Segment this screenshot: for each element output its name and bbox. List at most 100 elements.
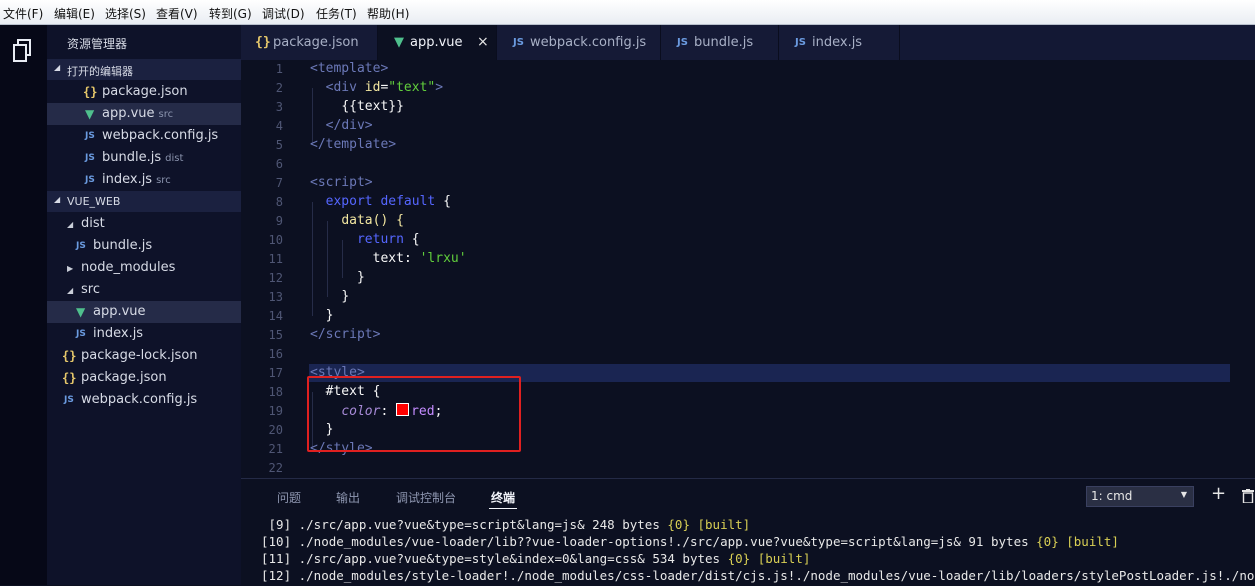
- line-number: 20: [268, 423, 283, 437]
- menu-selection[interactable]: 选择(S): [105, 5, 146, 22]
- json-icon: {}: [83, 85, 98, 99]
- line-number: 14: [268, 309, 283, 323]
- menu-debug[interactable]: 调试(D): [262, 5, 305, 22]
- tree-item[interactable]: {} package.json: [47, 367, 241, 389]
- tab-label: bundle.js: [694, 35, 754, 50]
- explorer-sidebar: 资源管理器 ◢ 打开的编辑器 {} package.json ▼ app.vue…: [47, 25, 241, 585]
- tree-item-label: dist: [81, 216, 105, 231]
- code-line: </script>: [310, 327, 381, 342]
- tree-item-label: app.vue: [93, 304, 146, 319]
- tree-item[interactable]: JS bundle.js: [47, 235, 241, 257]
- vue-icon: ▼: [394, 35, 404, 50]
- line-number: 8: [275, 195, 283, 209]
- menu-goto[interactable]: 转到(G): [209, 5, 252, 22]
- tree-item-label: package-lock.json: [81, 348, 198, 363]
- line-number: 18: [268, 385, 283, 399]
- code-token: export: [325, 194, 373, 209]
- menu-file[interactable]: 文件(F): [3, 5, 43, 22]
- tab-problems[interactable]: 问题: [277, 489, 301, 506]
- line-number: 19: [268, 404, 283, 418]
- tree-item[interactable]: {} package-lock.json: [47, 345, 241, 367]
- tree-item[interactable]: JS webpack.config.js: [47, 389, 241, 411]
- terminal-line: [9] ./src/app.vue?vue&type=script&lang=j…: [261, 517, 751, 532]
- json-icon: {}: [62, 349, 77, 363]
- tab-index-js[interactable]: JS index.js: [779, 25, 900, 60]
- editor-tab-bar: {} package.json ▼ app.vue × JS webpack.c…: [241, 25, 1255, 60]
- tree-item[interactable]: ▼ app.vue: [47, 301, 241, 323]
- js-icon: JS: [85, 175, 95, 185]
- open-editor-label: bundle.js: [102, 150, 162, 165]
- vue-icon: ▼: [85, 107, 95, 121]
- js-icon: JS: [85, 131, 95, 141]
- tree-item-label: src: [81, 282, 100, 297]
- terminal-line: [11] ./src/app.vue?vue&type=style&index=…: [261, 551, 811, 566]
- code-line: <script>: [310, 175, 373, 190]
- code-token: id: [364, 80, 381, 95]
- tab-label: app.vue: [410, 35, 463, 50]
- line-number: 9: [275, 214, 283, 228]
- menu-view[interactable]: 查看(V): [156, 5, 198, 22]
- json-icon: {}: [255, 35, 271, 50]
- trash-icon[interactable]: [1242, 489, 1254, 503]
- tree-folder-node-modules[interactable]: ▶ node_modules: [47, 257, 241, 279]
- terminal-select[interactable]: 1: cmd ▼: [1086, 486, 1194, 507]
- tab-debug-console[interactable]: 调试控制台: [396, 489, 456, 506]
- line-number: 15: [268, 328, 283, 342]
- tab-webpack-config[interactable]: JS webpack.config.js: [497, 25, 661, 60]
- terminal-line: [12] ./node_modules/style-loader!./node_…: [261, 568, 1255, 583]
- tree-item[interactable]: JS index.js: [47, 323, 241, 345]
- line-number: 13: [268, 290, 283, 304]
- open-editor-item[interactable]: JS index.js src: [47, 169, 241, 191]
- code-line: export default {: [325, 194, 451, 209]
- line-number: 1: [275, 62, 283, 76]
- menu-tasks[interactable]: 任务(T): [316, 5, 357, 22]
- active-tab-underline: [489, 508, 517, 509]
- menu-help[interactable]: 帮助(H): [367, 5, 409, 22]
- code-line: return {: [356, 232, 420, 247]
- chevron-down-icon: ◢: [54, 195, 61, 204]
- tab-bundle-js[interactable]: JS bundle.js: [661, 25, 779, 60]
- close-icon[interactable]: ×: [477, 34, 489, 50]
- explorer-icon[interactable]: [12, 39, 34, 63]
- js-icon: JS: [85, 153, 95, 163]
- menu-edit[interactable]: 编辑(E): [54, 5, 95, 22]
- sidebar-title: 资源管理器: [67, 37, 128, 51]
- line-number: 12: [268, 271, 283, 285]
- code-token: script: [325, 327, 373, 342]
- tree-item-label: node_modules: [81, 260, 176, 275]
- open-editors-label: 打开的编辑器: [67, 65, 133, 78]
- js-icon: JS: [64, 395, 74, 405]
- code-line: </template>: [310, 137, 397, 152]
- open-editor-item[interactable]: JS bundle.js dist: [47, 147, 241, 169]
- open-editor-label: app.vue: [102, 106, 155, 121]
- bottom-panel: 问题 输出 调试控制台 终端 1: cmd ▼ + [9] ./src/app.…: [241, 478, 1255, 586]
- tab-label: index.js: [812, 35, 863, 50]
- chevron-down-icon: ◢: [54, 63, 61, 72]
- activity-bar: [0, 25, 47, 585]
- code-line: data() {: [310, 213, 404, 228]
- open-editor-item[interactable]: JS webpack.config.js: [47, 125, 241, 147]
- tree-item-label: webpack.config.js: [81, 392, 198, 407]
- project-header[interactable]: ◢ VUE_WEB: [47, 191, 241, 212]
- code-token: 'lrxu': [419, 251, 467, 266]
- code-line: }: [356, 270, 365, 285]
- tab-terminal[interactable]: 终端: [491, 489, 515, 506]
- code-token: {{text}}: [341, 99, 404, 114]
- code-token: script: [317, 175, 365, 190]
- tab-output[interactable]: 输出: [336, 489, 360, 506]
- open-editors-header[interactable]: ◢ 打开的编辑器: [47, 59, 241, 80]
- tree-folder-src[interactable]: ◢ src: [47, 279, 241, 301]
- annotation-highlight-box: [307, 376, 521, 452]
- open-editor-label: package.json: [102, 84, 188, 99]
- code-line: </div>: [325, 118, 373, 133]
- open-editor-dir: src: [158, 109, 174, 120]
- open-editor-item[interactable]: {} package.json: [47, 81, 241, 103]
- tab-package-json[interactable]: {} package.json: [241, 25, 378, 60]
- tab-app-vue[interactable]: ▼ app.vue ×: [378, 25, 497, 60]
- line-number: 17: [268, 366, 283, 380]
- terminal-line: [10] ./node_modules/vue-loader/lib??vue-…: [261, 534, 1119, 549]
- add-terminal-button[interactable]: +: [1211, 483, 1226, 504]
- tree-folder-dist[interactable]: ◢ dist: [47, 213, 241, 235]
- open-editor-item[interactable]: ▼ app.vue src: [47, 103, 241, 125]
- js-icon: JS: [795, 37, 806, 48]
